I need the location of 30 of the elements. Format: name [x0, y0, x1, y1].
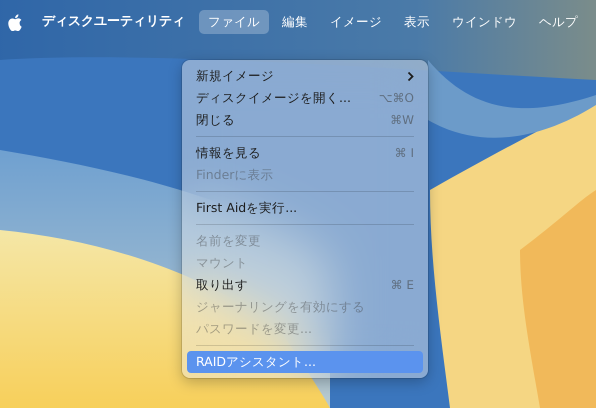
menu-item[interactable]: 取り出す ⌘ E	[187, 274, 423, 296]
shortcut-label: ⌘W	[390, 112, 414, 129]
menu-bar-item[interactable]: ウインドウ	[443, 10, 526, 34]
shortcut-label: ⌘ I	[394, 145, 414, 162]
shortcut-label: ⌘ E	[390, 277, 414, 294]
menu-bar-item[interactable]: ヘルプ	[530, 10, 587, 34]
menu-item-label: 新規イメージ	[196, 66, 274, 85]
menu-bar-item[interactable]: 編集	[273, 10, 317, 34]
menu-bar-item[interactable]: ファイル	[199, 10, 269, 34]
menu-item-label: 取り出す	[196, 276, 248, 294]
menu-item-label: パスワードを変更...	[196, 320, 312, 338]
menu-bar-item[interactable]: 表示	[395, 10, 439, 34]
menu-item-label: ディスクイメージを開く...	[196, 88, 351, 107]
menu-item[interactable]: 情報を見る ⌘ I	[187, 142, 423, 164]
menu-item-label: マウント	[196, 254, 248, 272]
menu-item-label: 情報を見る	[196, 144, 261, 162]
menu-item-label: ジャーナリングを有効にする	[196, 298, 365, 316]
app-name-menu[interactable]: ディスクユーティリティ	[42, 12, 185, 32]
menu-item-label: First Aidを実行...	[196, 198, 298, 217]
menu-item[interactable]: First Aidを実行...	[187, 197, 423, 219]
menu-item-label: Finderに表示	[196, 166, 274, 184]
menu-item[interactable]: ディスクイメージを開く... ⌥⌘O	[187, 87, 423, 109]
menu-item-label: 名前を変更	[196, 232, 261, 250]
menu-item-label: 閉じる	[196, 110, 235, 129]
menu-item[interactable]: 新規イメージ	[187, 65, 423, 87]
shortcut-label: ⌥⌘O	[378, 90, 414, 107]
menu-item[interactable]: 閉じる ⌘W	[187, 109, 423, 131]
menu-bar-item[interactable]: イメージ	[321, 10, 391, 34]
menu-item[interactable]: RAIDアシスタント...	[187, 351, 423, 373]
menu-item-label: RAIDアシスタント...	[196, 352, 316, 371]
